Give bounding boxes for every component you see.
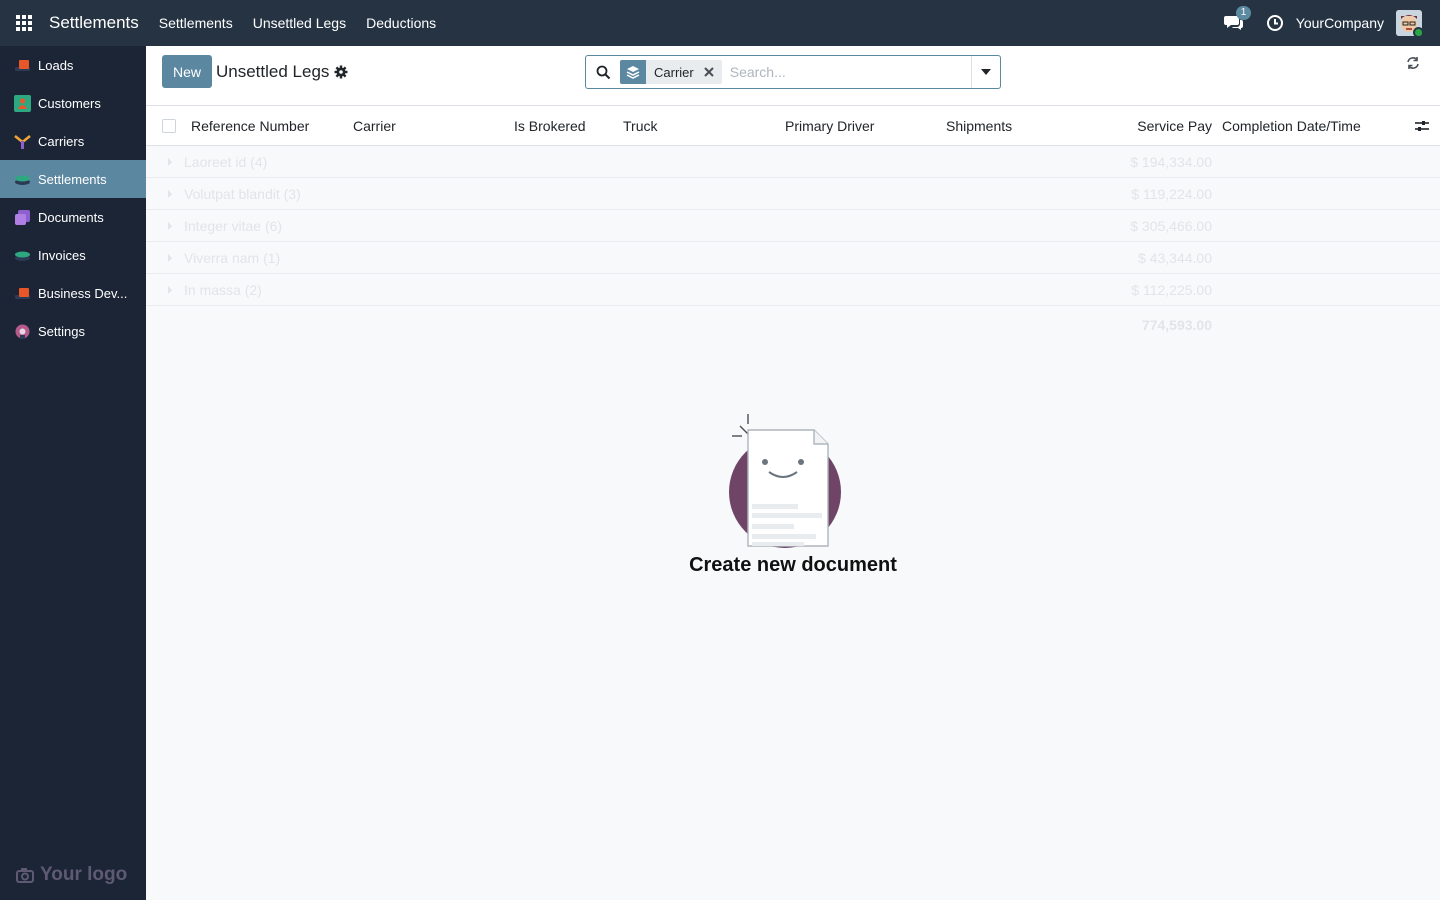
- list-total-row: 774,593.00: [146, 306, 1440, 342]
- top-menu-unsettled-legs[interactable]: Unsettled Legs: [253, 15, 346, 31]
- empty-document-illustration: [729, 414, 841, 548]
- top-menu-deductions[interactable]: Deductions: [366, 15, 436, 31]
- company-logo: Your logo: [16, 864, 127, 886]
- refresh-icon[interactable]: [1406, 56, 1420, 70]
- group-row[interactable]: In massa (2) $ 112,225.00: [146, 274, 1440, 306]
- logo-text: Your logo: [40, 864, 128, 885]
- empty-state: Create new document: [146, 410, 1440, 577]
- column-is-brokered[interactable]: Is Brokered: [514, 118, 586, 134]
- sidebar-item-carriers[interactable]: Carriers: [0, 122, 146, 160]
- facet-label: Carrier: [654, 64, 694, 80]
- group-name: Laoreet id (4): [184, 154, 268, 170]
- sidebar-item-label: Settings: [38, 323, 85, 339]
- list-header: Reference Number Carrier Is Brokered Tru…: [146, 106, 1440, 146]
- empty-state-title: Create new document: [689, 554, 897, 576]
- column-options-icon[interactable]: [1414, 118, 1430, 134]
- group-service-pay: $ 305,466.00: [1130, 218, 1212, 234]
- search-input[interactable]: [729, 64, 930, 80]
- main-content: New Unsettled Legs Carrier Search... Ref…: [146, 46, 1440, 900]
- apps-menu-icon[interactable]: [0, 0, 48, 46]
- column-carrier[interactable]: Carrier: [353, 118, 396, 134]
- page-title: Unsettled Legs: [216, 62, 330, 81]
- sidebar-item-label: Documents: [38, 209, 104, 225]
- business-dev-icon: [15, 287, 30, 299]
- sidebar-item-business-dev[interactable]: Business Dev...: [0, 274, 146, 312]
- sidebar-item-documents[interactable]: Documents: [0, 198, 146, 236]
- group-row[interactable]: Volutpat blandit (3) $ 119,224.00: [146, 178, 1440, 210]
- gear-icon[interactable]: [334, 65, 348, 79]
- sidebar-item-settings[interactable]: Settings: [0, 312, 146, 350]
- online-status-dot: [1413, 27, 1422, 36]
- truck-icon: [15, 59, 30, 71]
- sidebar: Loads Customers Carriers Settlements Doc…: [0, 46, 146, 900]
- clock-icon[interactable]: [1266, 14, 1284, 32]
- group-service-pay: $ 194,334.00: [1130, 154, 1212, 170]
- carriers-icon: [14, 134, 31, 149]
- documents-icon: [15, 209, 30, 225]
- top-menu-settlements[interactable]: Settlements: [159, 15, 233, 31]
- systray: 1 YourCompany: [1223, 6, 1440, 36]
- search-bar: Carrier: [585, 55, 1001, 89]
- user-avatar[interactable]: [1396, 10, 1422, 36]
- group-name: Integer vitae (6): [184, 218, 283, 234]
- new-button[interactable]: New: [162, 55, 212, 88]
- camera-icon: [16, 868, 34, 883]
- column-reference-number[interactable]: Reference Number: [191, 118, 309, 134]
- chat-icon[interactable]: 1: [1223, 6, 1252, 33]
- sidebar-item-label: Business Dev...: [38, 285, 128, 301]
- group-service-pay: $ 119,224.00: [1131, 186, 1212, 202]
- column-primary-driver[interactable]: Primary Driver: [785, 118, 874, 134]
- search-options-toggle[interactable]: [971, 56, 1000, 88]
- app-title[interactable]: Settlements: [49, 13, 139, 33]
- group-name: In massa (2): [184, 282, 262, 298]
- sidebar-item-invoices[interactable]: Invoices: [0, 236, 146, 274]
- caret-right-icon: [168, 190, 172, 198]
- group-name: Volutpat blandit (3): [184, 186, 301, 202]
- column-shipments[interactable]: Shipments: [946, 118, 1012, 134]
- sidebar-item-label: Settlements: [38, 171, 107, 187]
- top-menu: Settlements Unsettled Legs Deductions: [159, 15, 456, 31]
- caret-right-icon: [168, 254, 172, 262]
- group-row[interactable]: Integer vitae (6) $ 305,466.00: [146, 210, 1440, 242]
- settlements-icon: [15, 175, 30, 185]
- settings-icon: [15, 324, 30, 339]
- column-service-pay[interactable]: Service Pay: [1137, 118, 1212, 134]
- sidebar-item-label: Invoices: [38, 247, 86, 263]
- layers-icon: [620, 60, 646, 84]
- sidebar-item-settlements[interactable]: Settlements: [0, 160, 146, 198]
- sidebar-item-label: Carriers: [38, 133, 85, 149]
- company-switcher[interactable]: YourCompany: [1296, 15, 1384, 31]
- select-all-checkbox[interactable]: [162, 119, 176, 133]
- group-row[interactable]: Laoreet id (4) $ 194,334.00: [146, 146, 1440, 178]
- service-pay-total: 774,593.00: [1141, 317, 1212, 333]
- close-icon[interactable]: [704, 67, 714, 77]
- column-truck[interactable]: Truck: [623, 118, 657, 134]
- chat-count-badge: 1: [1235, 6, 1252, 20]
- invoices-icon: [15, 251, 30, 261]
- search-icon[interactable]: [586, 56, 620, 88]
- caret-right-icon: [168, 158, 172, 166]
- group-name: Viverra nam (1): [184, 250, 281, 266]
- control-panel: New Unsettled Legs Carrier Search...: [146, 46, 1440, 106]
- sidebar-item-label: Loads: [38, 57, 74, 73]
- group-service-pay: $ 43,344.00: [1138, 250, 1212, 266]
- customers-icon: [14, 94, 31, 112]
- group-service-pay: $ 112,225.00: [1131, 282, 1212, 298]
- sidebar-item-customers[interactable]: Customers: [0, 84, 146, 122]
- caret-down-icon: [981, 69, 991, 75]
- group-row[interactable]: Viverra nam (1) $ 43,344.00: [146, 242, 1440, 274]
- top-navbar: Settlements Settlements Unsettled Legs D…: [0, 0, 1440, 46]
- caret-right-icon: [168, 222, 172, 230]
- caret-right-icon: [168, 286, 172, 294]
- column-completion-date-time[interactable]: Completion Date/Time: [1222, 118, 1361, 134]
- search-facet-carrier: Carrier: [620, 60, 722, 84]
- sidebar-item-loads[interactable]: Loads: [0, 46, 146, 84]
- sidebar-item-label: Customers: [38, 95, 101, 111]
